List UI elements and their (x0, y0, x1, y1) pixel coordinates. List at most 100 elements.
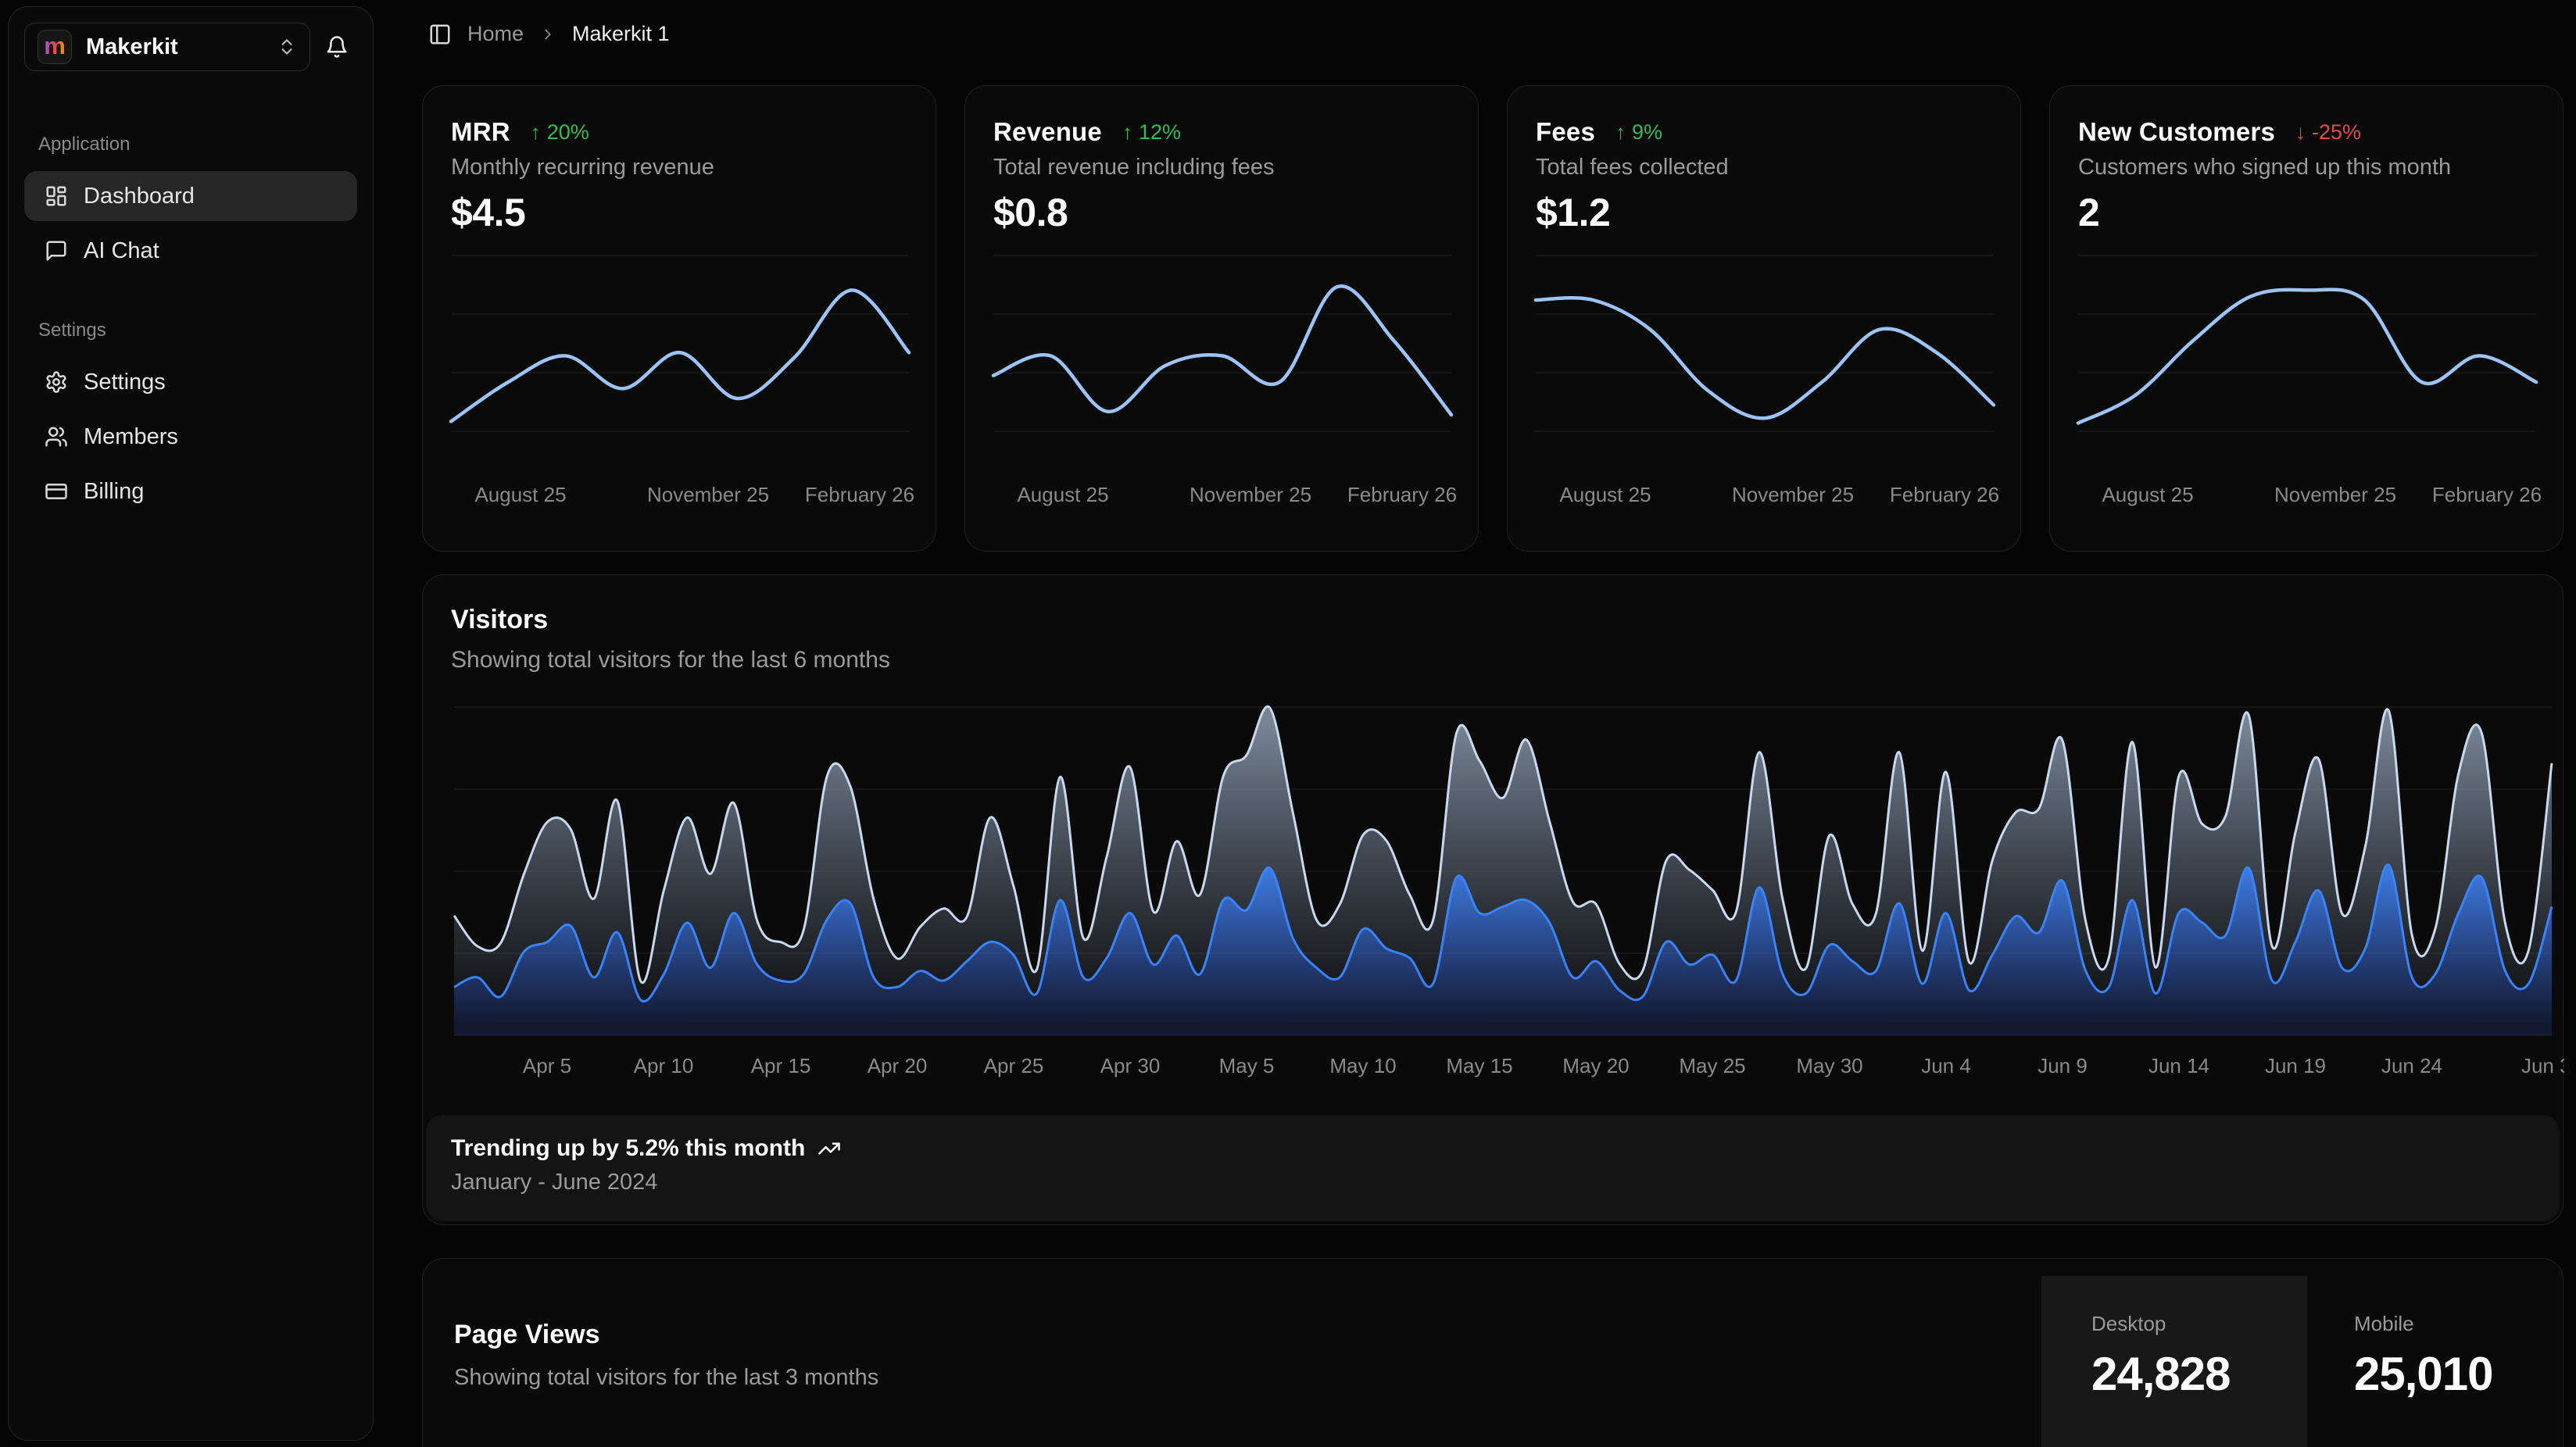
chevron-right-icon (539, 26, 556, 43)
axis-tick-label: May 10 (1329, 1054, 1396, 1077)
axis-tick-label: February 26 (1347, 483, 1457, 506)
sidebar: m Makerkit Application Dashboard AI Chat… (8, 6, 374, 1441)
visitors-footer: Trending up by 5.2% this month January -… (426, 1115, 2560, 1221)
gear-icon (45, 370, 68, 394)
axis-tick-label: February 26 (1890, 483, 1999, 506)
desktop-toggle[interactable]: Desktop 24,828 (2041, 1276, 2307, 1447)
stat-value: $4.5 (451, 190, 907, 235)
sparkline-chart: August 25November 25February 26 (1508, 232, 2021, 545)
axis-tick-label: Apr 10 (634, 1054, 694, 1077)
sidebar-item-label: AI Chat (84, 238, 159, 264)
page-views-title: Page Views (454, 1320, 600, 1350)
sidebar-item-label: Settings (84, 370, 166, 395)
sidebar-toggle-button[interactable] (428, 23, 452, 46)
arrow-up-icon: ↑ (1615, 120, 1626, 145)
sparkline-chart: August 25 November 25 February 26 (423, 232, 936, 545)
sidebar-item-ai-chat[interactable]: AI Chat (24, 226, 357, 276)
axis-tick-label: November 25 (1732, 483, 1854, 506)
desktop-total: 24,828 (2091, 1347, 2307, 1401)
change-badge: ↑9% (1615, 120, 1662, 145)
desktop-label: Desktop (2091, 1312, 2307, 1336)
stat-card-new-customers: New Customers ↓-25% Customers who signed… (2049, 85, 2563, 552)
arrow-up-icon: ↑ (1122, 120, 1132, 145)
axis-tick-label: May 5 (1219, 1054, 1275, 1077)
stat-title: MRR (451, 117, 510, 147)
axis-tick-label: Jun 30 (2521, 1054, 2564, 1077)
axis-tick-label: Apr 15 (751, 1054, 811, 1077)
axis-tick-label: Jun 4 (1921, 1054, 1971, 1077)
notifications-button[interactable] (320, 30, 354, 64)
visitors-area-chart: Apr 5 Apr 10 Apr 15 Apr 20 Apr 25 Apr 30 May 5… (423, 688, 2564, 1095)
stat-subtitle: Customers who signed up this month (2078, 155, 2535, 180)
arrow-up-icon: ↑ (531, 120, 541, 145)
sidebar-item-settings[interactable]: Settings (24, 357, 357, 407)
panel-left-icon (428, 23, 452, 46)
stat-subtitle: Total fees collected (1536, 155, 1992, 180)
axis-tick-label: May 15 (1446, 1054, 1512, 1077)
axis-tick-label: Apr 5 (523, 1054, 571, 1077)
change-badge: ↑12% (1122, 120, 1181, 145)
trend-range: January - June 2024 (451, 1170, 2535, 1195)
axis-tick-label: February 26 (805, 483, 914, 506)
layout-dashboard-icon (45, 184, 68, 208)
change-badge: ↑20% (531, 120, 589, 145)
stat-card-mrr: MRR ↑20% Monthly recurring revenue $4.5 … (422, 85, 936, 552)
makerkit-logo: m (38, 30, 72, 64)
sparkline-chart: August 25 November 25 February 26 (965, 232, 1479, 545)
stat-subtitle: Monthly recurring revenue (451, 155, 907, 180)
trending-up-icon (818, 1137, 841, 1160)
workspace-name: Makerkit (86, 34, 263, 60)
sidebar-item-members[interactable]: Members (24, 412, 357, 462)
stat-value: 2 (2078, 190, 2535, 235)
sidebar-item-dashboard[interactable]: Dashboard (24, 171, 357, 221)
sidebar-header: m Makerkit (24, 23, 357, 71)
sidebar-item-label: Dashboard (84, 184, 195, 209)
axis-tick-label: November 25 (647, 483, 769, 506)
axis-tick-label: Jun 24 (2381, 1054, 2442, 1077)
makerkit-dashboard: m Makerkit Application Dashboard AI Chat… (0, 0, 2576, 1447)
stat-title: Fees (1536, 117, 1595, 147)
axis-tick-label: August 25 (1017, 483, 1108, 506)
stat-card-fees: Fees ↑9% Total fees collected $1.2 Augus… (1507, 85, 2021, 552)
axis-tick-label: May 30 (1796, 1054, 1862, 1077)
axis-tick-label: November 25 (1190, 483, 1311, 506)
mobile-total: 25,010 (2354, 1347, 2565, 1401)
mobile-toggle[interactable]: Mobile 25,010 (2307, 1276, 2565, 1447)
stat-card-revenue: Revenue ↑12% Total revenue including fee… (964, 85, 1479, 552)
axis-tick-label: Apr 20 (868, 1054, 928, 1077)
users-icon (45, 425, 68, 448)
stat-title: Revenue (993, 117, 1102, 147)
stat-value: $1.2 (1536, 190, 1992, 235)
axis-tick-label: February 26 (2432, 483, 2542, 506)
axis-tick-label: May 20 (1562, 1054, 1629, 1077)
page-views-subtitle: Showing total visitors for the last 3 mo… (454, 1365, 878, 1391)
sidebar-item-billing[interactable]: Billing (24, 466, 357, 516)
sidebar-item-label: Members (84, 424, 178, 450)
visitors-title: Visitors (451, 605, 548, 635)
nav-section-application: Application (38, 134, 357, 155)
workspace-selector[interactable]: m Makerkit (24, 23, 310, 71)
page-views-card: Page Views Showing total visitors for th… (422, 1258, 2563, 1447)
breadcrumb-home-link[interactable]: Home (467, 22, 524, 46)
axis-tick-label: August 25 (474, 483, 566, 506)
axis-tick-label: Jun 19 (2265, 1054, 2326, 1077)
axis-tick-label: Jun 9 (2038, 1054, 2088, 1077)
visitors-card: Visitors Showing total visitors for the … (422, 574, 2563, 1225)
stat-title: New Customers (2078, 117, 2275, 147)
stat-value: $0.8 (993, 190, 1450, 235)
chevrons-up-down-icon (277, 37, 297, 57)
change-badge: ↓-25% (2295, 120, 2361, 145)
main-content: Home Makerkit 1 MRR ↑20% Monthly recurri… (422, 0, 2563, 1447)
visitors-subtitle: Showing total visitors for the last 6 mo… (451, 647, 890, 673)
axis-tick-label: November 25 (2274, 483, 2396, 506)
arrow-down-icon: ↓ (2295, 120, 2306, 145)
axis-tick-label: Apr 25 (984, 1054, 1044, 1077)
sidebar-item-label: Billing (84, 479, 144, 505)
sparkline-chart: August 25 November 25 February 26 (2050, 232, 2563, 545)
axis-tick-label: Jun 14 (2148, 1054, 2209, 1077)
bell-icon (325, 35, 349, 59)
breadcrumb-current: Makerkit 1 (572, 22, 670, 46)
axis-tick-label: August 25 (2102, 483, 2193, 506)
axis-tick-label: Apr 30 (1100, 1054, 1161, 1077)
axis-tick-label: May 25 (1679, 1054, 1745, 1077)
